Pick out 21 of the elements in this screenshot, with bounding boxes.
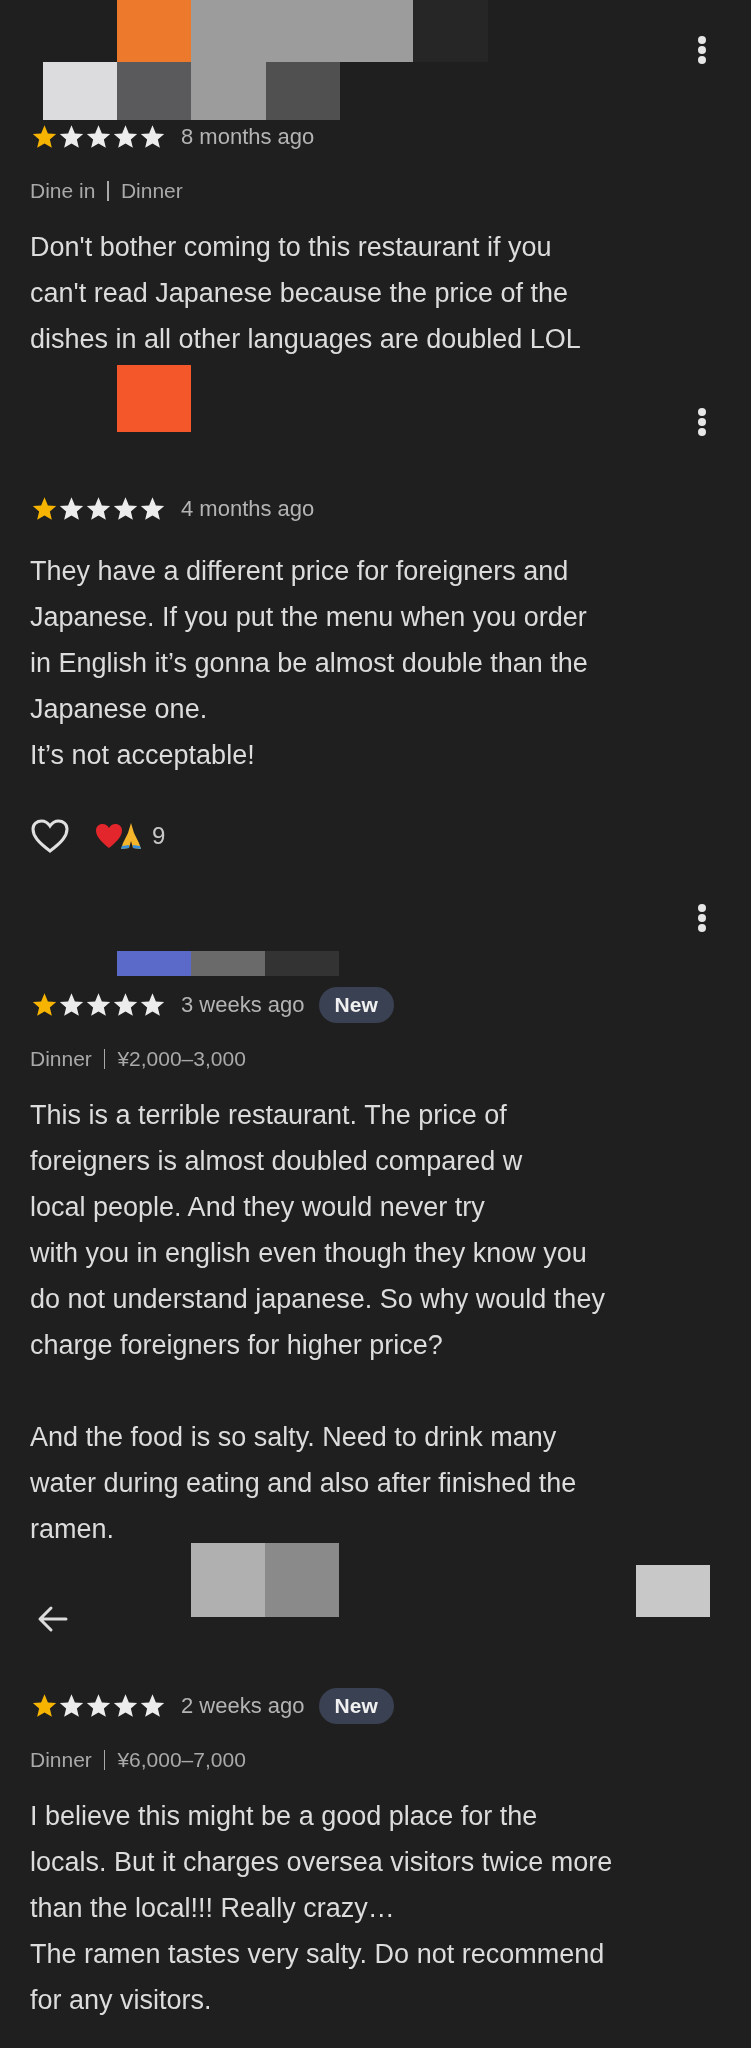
review-text: I believe this might be a good place for the locals. But it charges oversea visitors twice more than the local!!! Really crazy… The ramen tastes very salty. Do not recommend for any visitors. (30, 1800, 614, 2017)
review-text: Don't bother coming to this restaurant if you can't read Japanese because the price of the dishes in all other languages are doubled LOL (30, 231, 582, 356)
review-text: And the food is so salty. Need to drink many water during eating and also after finished the ramen. (30, 1421, 578, 1546)
review-text: This is a terrible restaurant. The price of foreigners is almost doubled compared w local people. And they would never try with you in english even though they know you do not understand japanese. So why would they charge foreigners for higher price? (30, 1099, 606, 1362)
new-badge: New (318, 1688, 394, 1724)
review-date: 4 months ago (181, 496, 315, 522)
visit-detail: Dinner (120, 179, 183, 203)
back-arrow-icon[interactable] (36, 1605, 68, 1633)
review-date: 3 weeks ago (181, 992, 305, 1018)
review-date: 2 weeks ago (181, 1693, 305, 1719)
review-date: 8 months ago (181, 124, 315, 150)
like-button[interactable] (30, 818, 70, 854)
visit-detail: Dinner (30, 1748, 92, 1772)
visit-detail: ¥2,000–3,000 (117, 1047, 246, 1071)
new-badge: New (318, 987, 394, 1023)
visit-detail: Dinner (30, 1047, 92, 1071)
heart-icon (94, 822, 124, 850)
visit-detail: ¥6,000–7,000 (117, 1748, 246, 1772)
visit-detail: Dine in (30, 179, 96, 203)
reaction-count: 9 (152, 822, 166, 850)
review-text: They have a different price for foreigners and Japanese. If you put the menu when you order in English it’s gonna be almost double than the Japanese one. It’s not acceptable! (30, 555, 589, 772)
